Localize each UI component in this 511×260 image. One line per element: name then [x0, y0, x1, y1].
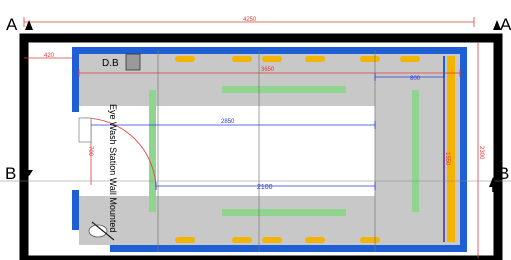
dim-overall-height: 2300	[478, 146, 484, 160]
distribution-board-label: D.B	[102, 58, 119, 69]
dim-inner-length: 3650	[261, 67, 275, 73]
inner-wall-left-upper	[72, 47, 79, 112]
inner-wall-right	[460, 47, 467, 252]
dim-bottom-span: 2100	[257, 184, 273, 191]
section-mark-a-right: A	[500, 15, 511, 34]
dim-door-width: 700	[87, 146, 93, 157]
section-mark-b-left: B	[5, 164, 16, 183]
dim-center-span: 2850	[221, 119, 235, 125]
floor-plan-canvas: A A B B 4250 420 3650 1550 2300 700 2850…	[0, 0, 511, 260]
distribution-board-box	[125, 53, 141, 71]
inner-wall-top	[72, 47, 466, 54]
section-mark-b-right: B	[498, 164, 509, 183]
eye-wash-unit	[78, 117, 92, 143]
inner-wall-left-lower	[72, 190, 79, 230]
dim-right-height: 1550	[444, 152, 450, 166]
dim-right-segment: 800	[410, 76, 421, 82]
floor-plan-svg: A A B B 4250 420 3650 1550 2300 700 2850…	[0, 15, 511, 260]
dim-overall-width: 4250	[243, 17, 257, 23]
left-corridor	[33, 54, 72, 249]
inner-wall-bottom	[110, 245, 467, 252]
eye-wash-label: Eye Wash Station Wall Mounted	[108, 104, 118, 232]
right-fixture-strip	[447, 56, 455, 242]
section-mark-a-left: A	[6, 15, 18, 34]
dim-left-offset: 420	[44, 53, 55, 59]
